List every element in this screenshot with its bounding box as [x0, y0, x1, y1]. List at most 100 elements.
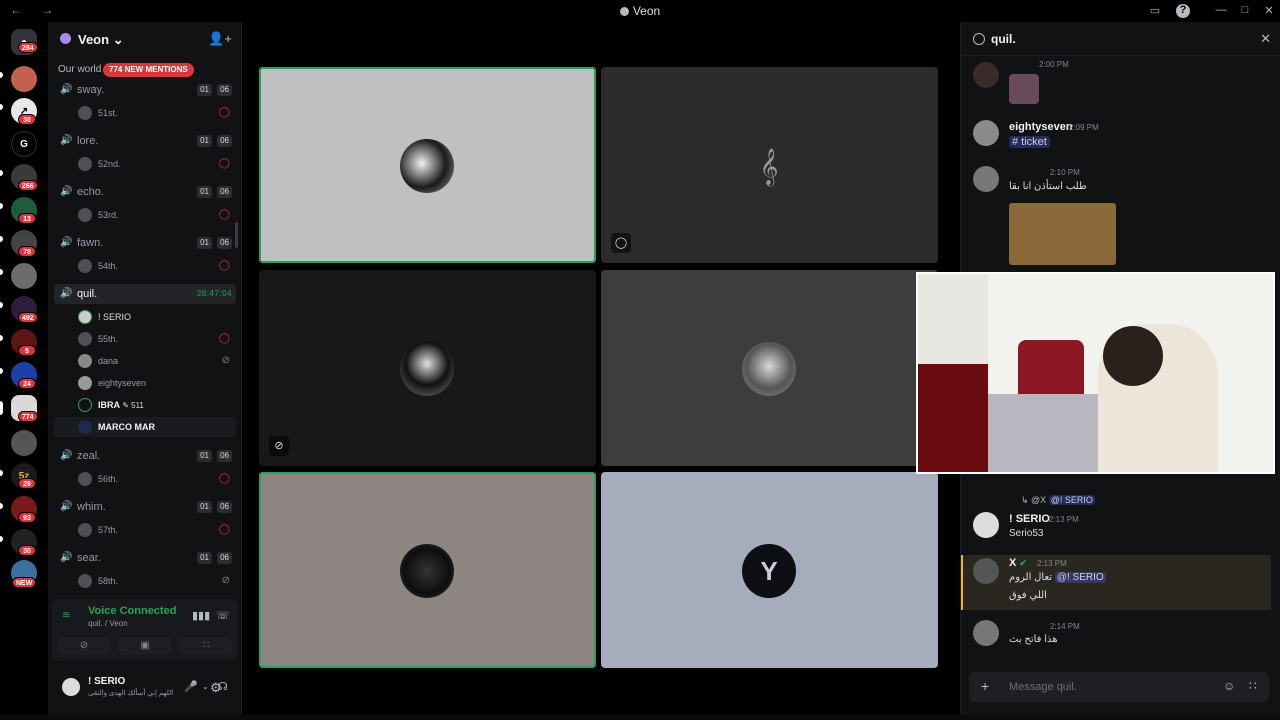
message-text: Serio53 [1009, 528, 1044, 539]
voice-channel[interactable]: 🔊 sway. 01 06 [54, 80, 236, 100]
server-header[interactable]: Veon ⌄ 👤+ [48, 22, 242, 56]
voice-channel[interactable]: 🔊 zeal. 01 06 [54, 446, 236, 466]
voice-channel[interactable]: 🔊 whim. 01 06 [54, 497, 236, 517]
voice-user[interactable]: MARCO MAR [54, 417, 236, 437]
participant-avatar [400, 544, 454, 598]
user-count: 01 [197, 186, 212, 198]
microphone-icon[interactable]: 🎤 [184, 680, 198, 693]
server-icon[interactable]: G [11, 131, 37, 157]
voice-channel[interactable]: 🔊 echo. 01 06 [54, 182, 236, 202]
avatar[interactable] [973, 620, 999, 646]
apps-icon[interactable]: ∷ [1249, 679, 1257, 693]
voice-user[interactable]: dana ⊘ [54, 351, 236, 371]
add-attachment-icon[interactable]: + [981, 678, 989, 694]
avatar[interactable] [973, 166, 999, 192]
close-window-button[interactable]: ✕ [1262, 4, 1276, 18]
unread-badge: 93 [18, 512, 36, 523]
muted-mic-icon: ⊘ [221, 355, 230, 366]
voice-user-name: 52nd. [98, 159, 121, 169]
message-text: تعال الروم @! SERIO [1009, 572, 1106, 583]
participant-tile[interactable] [601, 270, 938, 466]
camera-preview[interactable] [916, 272, 1275, 474]
disconnect-icon[interactable]: ☏ [216, 609, 230, 622]
voice-channel-active[interactable]: 🔊 quil. 28:47:04 [54, 284, 236, 304]
voice-location[interactable]: quil. / Veon [88, 619, 128, 628]
close-icon[interactable]: ✕ [1260, 31, 1271, 47]
speaker-icon: 🔊 [60, 84, 73, 95]
avatar[interactable] [973, 62, 999, 88]
input-placeholder: Message quil. [1009, 681, 1077, 693]
avatar [78, 259, 92, 273]
current-user-name[interactable]: ! SERIO [88, 676, 125, 687]
message-input[interactable]: + Message quil. ☺ ∷ [969, 672, 1269, 702]
new-mentions-pill[interactable]: 774 NEW MENTIONS [103, 63, 194, 77]
reply-preview[interactable]: ↳ @X @! SERIO [1021, 495, 1095, 506]
minimize-button[interactable]: — [1214, 4, 1228, 18]
voice-channel[interactable]: 🔊 lore. 01 06 [54, 131, 236, 151]
participant-tile[interactable]: ⊘ [259, 270, 596, 466]
avatar [78, 310, 92, 324]
camera-off-button[interactable]: ⊘ [58, 637, 110, 655]
channel-link[interactable]: # ticket [1009, 136, 1050, 148]
message-text: طلب استأذن انا بقا [1009, 181, 1087, 192]
participant-tile[interactable] [259, 472, 596, 668]
participant-avatar [400, 139, 454, 193]
voice-user[interactable]: 56th. ◯ [54, 469, 236, 489]
message-text: اللي فوق [1009, 590, 1047, 601]
voice-user[interactable]: 53rd. ◯ [54, 205, 236, 225]
deafened-icon: ◯ [218, 473, 230, 484]
voice-user[interactable]: 52nd. ◯ [54, 154, 236, 174]
voice-status[interactable]: Voice Connected [88, 605, 176, 617]
voice-user[interactable]: ! SERIO [54, 307, 236, 327]
user-mention[interactable]: @! SERIO [1054, 572, 1106, 583]
voice-channel[interactable]: 🔊 fawn. 01 06 [54, 233, 236, 253]
unread-badge: 492 [18, 312, 38, 323]
veon-logo-avatar: Y [742, 544, 796, 598]
avatar[interactable] [973, 512, 999, 538]
message-author[interactable]: ! SERIO [1009, 513, 1050, 525]
maximize-button[interactable]: □ [1238, 4, 1252, 18]
screen-share-button[interactable]: ▣ [119, 637, 171, 655]
unread-badge: 30 [18, 114, 36, 125]
inbox-icon[interactable]: ▭ [1148, 4, 1162, 18]
speaker-icon: 🔊 [60, 186, 73, 197]
voice-channel[interactable]: 🔊 sear. 01 06 [54, 548, 236, 568]
activities-button[interactable]: ∷ [180, 637, 232, 655]
server-boost-icon [60, 33, 71, 44]
voice-user[interactable]: 58th. ⊘ [54, 571, 236, 591]
sticker-image[interactable] [1009, 74, 1039, 104]
avatar[interactable] [973, 120, 999, 146]
voice-user[interactable]: 57th. ◯ [54, 520, 236, 540]
attached-image[interactable] [1009, 203, 1116, 265]
server-icon[interactable] [11, 66, 37, 92]
voice-user[interactable]: 51st. ◯ [54, 103, 236, 123]
message-author[interactable]: X ✔ [1009, 557, 1027, 569]
noise-suppression-icon[interactable]: ▮▮▮ [192, 609, 210, 622]
participant-tile[interactable]: 𝄞 ◯ [601, 67, 938, 263]
voice-connected-panel: ≋ Voice Connected quil. / Veon ▮▮▮ ☏ ⊘ ▣… [52, 599, 238, 661]
speaker-icon: 🔊 [60, 450, 73, 461]
voice-user[interactable]: eightyseven [54, 373, 236, 393]
chevron-down-icon[interactable]: ⌄ [202, 682, 209, 691]
voice-user[interactable]: IBRA ✎ 511 [54, 395, 236, 415]
server-icon[interactable] [11, 430, 37, 456]
avatar[interactable] [60, 676, 82, 698]
camera-person-head [1103, 326, 1163, 386]
avatar[interactable] [973, 558, 999, 584]
user-count: 01 [197, 450, 212, 462]
participant-tile[interactable]: Y [601, 472, 938, 668]
emoji-icon[interactable]: ☺ [1223, 679, 1235, 693]
activity-tag: ✎ 511 [122, 401, 144, 410]
invite-people-icon[interactable]: 👤+ [208, 31, 232, 47]
scrollbar[interactable] [235, 222, 238, 248]
help-icon[interactable]: ? [1176, 4, 1190, 18]
message-time: 2:09 PM [1069, 123, 1099, 132]
server-icon[interactable] [11, 263, 37, 289]
server-name[interactable]: Veon ⌄ [78, 32, 124, 48]
signal-icon[interactable]: ≋ [62, 610, 70, 621]
settings-gear-icon[interactable]: ⚙ [210, 680, 222, 696]
voice-user[interactable]: 54th. ◯ [54, 256, 236, 276]
message-author[interactable]: eightyseven [1009, 121, 1073, 133]
voice-user[interactable]: 55th. ◯ [54, 329, 236, 349]
participant-tile[interactable] [259, 67, 596, 263]
